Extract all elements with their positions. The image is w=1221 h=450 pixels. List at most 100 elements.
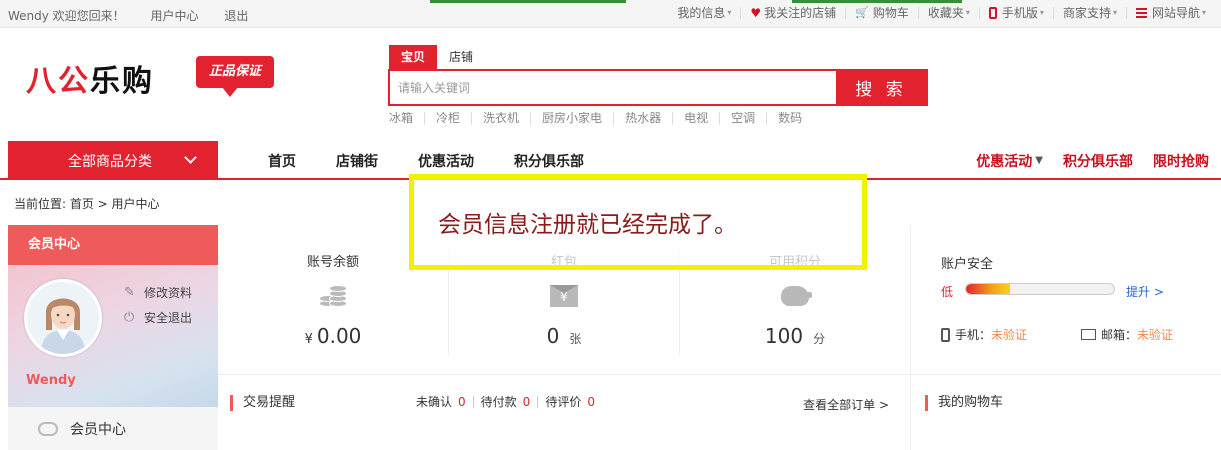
email-label: 邮箱： (1101, 328, 1138, 342)
nav-right-promotions[interactable]: 优惠活动 ▼ (956, 151, 1043, 171)
points-value: 100 分 (680, 324, 910, 348)
nav-points-club[interactable]: 积分俱乐部 (514, 151, 584, 171)
chevron-down-icon: ▾ (1112, 8, 1117, 17)
envelope-icon: ¥ (449, 282, 679, 310)
hot-keyword[interactable]: 冰箱 (389, 112, 424, 125)
edit-profile-label: 修改资料 (144, 286, 193, 300)
chevron-down-icon: ▾ (1039, 8, 1044, 17)
nav-home[interactable]: 首页 (268, 151, 296, 171)
all-categories-label: 全部商品分类 (68, 153, 152, 170)
points-count: 100 (764, 324, 804, 348)
coins-icon (218, 282, 448, 310)
unreviewed-count: 0 (587, 395, 595, 409)
nav-promotions[interactable]: 优惠活动 (418, 151, 474, 171)
merchant-support-menu[interactable]: 商家支持 ▾ (1052, 6, 1126, 20)
mobile-menu[interactable]: 手机版 ▾ (978, 6, 1053, 20)
chevron-down-icon: ▾ (1201, 8, 1206, 17)
upgrade-security-link[interactable]: 提升 > (1126, 283, 1164, 300)
hot-keyword[interactable]: 空调 (719, 112, 766, 125)
pencil-icon: ✎ (124, 285, 135, 300)
search-box: 搜 索 (388, 69, 928, 106)
balance-value: ¥0.00 (218, 324, 448, 348)
avatar[interactable] (24, 279, 102, 357)
welcome-text: Wendy 欢迎您回来！ (8, 9, 125, 23)
logout-link[interactable]: 退出 (224, 9, 248, 23)
favorites-menu[interactable]: 收藏夹 ▾ (917, 6, 979, 20)
annotation-box: 会员信息注册就已经完成了。 (409, 174, 867, 270)
my-info-menu[interactable]: 我的信息 ▾ (668, 7, 740, 19)
security-progress-bar (965, 283, 1115, 295)
power-icon: ⏻ (124, 310, 135, 325)
sidebar-item-member-center[interactable]: 会员中心 (8, 407, 218, 450)
logo-text-red: 八公 (26, 64, 90, 99)
edit-profile-link[interactable]: ✎ 修改资料 (124, 284, 192, 301)
unpaid-link[interactable]: 待付款 0 (472, 395, 538, 409)
email-status: 未验证 (1137, 328, 1174, 342)
chat-icon (38, 421, 58, 436)
account-security: 账户安全 低 提升 > 手机： 未验证 邮箱： 未验证 (910, 225, 1221, 375)
search-input[interactable] (390, 71, 836, 104)
nav-right-points-club[interactable]: 积分俱乐部 (1063, 151, 1133, 171)
hot-keyword[interactable]: 洗衣机 (471, 112, 530, 125)
hot-keyword[interactable]: 厨房小家电 (530, 112, 613, 125)
balance-amount: 0.00 (316, 324, 362, 348)
security-progress-fill (966, 284, 1011, 294)
unconfirmed-link[interactable]: 未确认 0 (416, 396, 473, 408)
trade-reminders: 交易提醒 未确认 0 待付款 0 待评价 0 查看全部订单 > (218, 375, 910, 450)
site-logo[interactable]: 八公乐购 (26, 56, 154, 100)
nav-shop-street[interactable]: 店铺街 (336, 151, 378, 171)
username: Wendy (26, 373, 76, 388)
hot-keyword[interactable]: 数码 (766, 112, 813, 125)
hot-keyword[interactable]: 热水器 (613, 112, 672, 125)
cart-icon: 🛒 (855, 6, 869, 19)
security-title: 账户安全 (941, 257, 994, 272)
search-tab-items[interactable]: 宝贝 (389, 45, 438, 69)
mail-icon (1081, 329, 1096, 340)
phone-label: 手机： (955, 328, 992, 342)
logo-text-black: 乐购 (90, 64, 154, 99)
phone-icon (941, 327, 950, 342)
red-packet-count: 0 (546, 324, 560, 348)
nav-right-promotions-label: 优惠活动 (976, 153, 1033, 170)
top-bar-right: 我的信息 ▾ ♥ 我关注的店铺 🛒 购物车 收藏夹 ▾ 手机版 ▾ 商家支持 ▾ 网站导航 ▾ (668, 7, 1215, 19)
sidebar-title: 会员中心 (8, 225, 218, 265)
all-categories-button[interactable]: 全部商品分类 (8, 141, 218, 180)
email-verification[interactable]: 邮箱： 未验证 (1081, 326, 1173, 343)
site-nav-menu[interactable]: 网站导航 ▾ (1125, 7, 1215, 19)
search-button[interactable]: 搜 索 (836, 71, 926, 104)
unreviewed-label: 待评价 (545, 395, 582, 409)
unconfirmed-count: 0 (458, 395, 466, 409)
hot-keyword[interactable]: 冷柜 (424, 112, 471, 125)
user-center-link[interactable]: 用户中心 (151, 9, 199, 23)
top-accent-line (792, 0, 962, 3)
unreviewed-link[interactable]: 待评价 0 (537, 396, 602, 408)
profile-card: ✎ 修改资料 ⏻ 安全退出 Wendy (8, 265, 218, 407)
safe-logout-label: 安全退出 (144, 311, 193, 325)
nav-right-flash-sale[interactable]: 限时抢购 (1153, 151, 1209, 171)
hot-keyword[interactable]: 电视 (672, 112, 719, 125)
authentic-badge: 正品保证 (196, 56, 274, 97)
cart-label: 购物车 (872, 6, 909, 20)
unpaid-count: 0 (522, 395, 531, 409)
phone-status: 未验证 (991, 328, 1028, 342)
safe-logout-link[interactable]: ⏻ 安全退出 (124, 309, 192, 326)
search-tab-shops[interactable]: 店铺 (437, 45, 485, 69)
phone-verification[interactable]: 手机： 未验证 (941, 326, 1027, 343)
hot-keywords: 冰箱 冷柜 洗衣机 厨房小家电 热水器 电视 空调 数码 (389, 112, 813, 125)
view-all-orders-link[interactable]: 查看全部订单 > (803, 396, 889, 413)
followed-shops-link[interactable]: ♥ 我关注的店铺 (740, 7, 845, 19)
favorites-label: 收藏夹 (927, 6, 964, 20)
top-bar-left: Wendy 欢迎您回来！ 用户中心 退出 (8, 7, 270, 24)
breadcrumb: 当前位置: 首页 > 用户中心 (14, 197, 160, 211)
points-unit: 分 (813, 332, 826, 346)
chevron-down-icon: ▼ (1035, 155, 1043, 166)
my-cart-title: 我的购物车 (925, 395, 1003, 411)
cart-link[interactable]: 🛒 购物车 (845, 7, 918, 19)
mobile-label: 手机版 (1001, 6, 1038, 20)
chevron-down-icon: ▾ (727, 8, 732, 17)
trade-status-counts: 未确认 0 待付款 0 待评价 0 (416, 396, 602, 408)
currency-symbol: ¥ (304, 332, 313, 347)
red-packet-unit: 张 (569, 332, 582, 346)
security-level: 低 (941, 285, 954, 299)
merchant-support-label: 商家支持 (1062, 6, 1111, 20)
